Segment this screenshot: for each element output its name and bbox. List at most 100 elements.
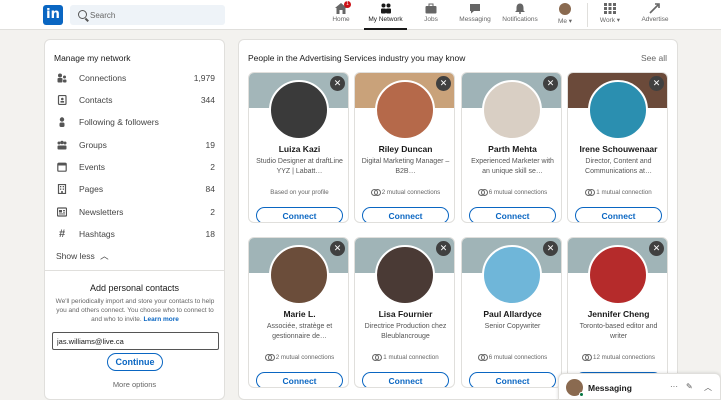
person-card[interactable]: ✕ Irene Schouwenaar Director, Content and … [567,72,668,223]
close-icon[interactable]: ✕ [330,76,345,91]
groups-icon [57,140,67,150]
mutual-connections: 12 mutual connections [568,354,667,361]
nav-home[interactable]: 1 Home [330,1,352,30]
connect-button[interactable]: Connect [256,207,343,222]
sidebar-item-pages[interactable]: Pages 84 [54,183,217,197]
sidebar-item-newsletters[interactable]: Newsletters 2 [54,206,217,220]
connect-button[interactable]: Connect [469,372,556,387]
person-card[interactable]: ✕ Lisa Fournier Directrice Production chez… [354,237,455,388]
nav-jobs[interactable]: Jobs [420,3,442,30]
nav-notifications[interactable]: Notifications [499,3,541,30]
nav-messaging-label: Messaging [459,16,491,23]
sidebar-item-following-followers[interactable]: Following & followers [54,116,217,130]
mutual-connections-icon [585,189,596,196]
nav-advertise[interactable]: Advertise [636,3,674,30]
sidebar-item-contacts[interactable]: Contacts 344 [54,94,217,108]
person-headline: Director, Content and Communications at… [585,158,652,175]
nav-work-label: Work [599,17,615,24]
avatar[interactable] [588,245,648,305]
search-icon [78,10,87,19]
avatar[interactable] [375,80,435,140]
show-less-toggle[interactable]: Show less ︿ [56,250,109,262]
avatar[interactable] [482,245,542,305]
linkedin-logo[interactable]: in [43,5,63,25]
avatar[interactable] [482,80,542,140]
people-icon [57,73,67,83]
nav-me[interactable]: Me ▾ [553,3,577,30]
mutual-connections: 6 mutual connections [462,189,561,196]
sidebar-item-groups[interactable]: Groups 19 [54,139,217,153]
person-card[interactable]: ✕ Parth Mehta Experienced Marketer with an… [461,72,562,223]
close-icon[interactable]: ✕ [436,241,451,256]
close-icon[interactable]: ✕ [543,76,558,91]
avatar[interactable] [269,80,329,140]
search-box[interactable] [70,5,225,25]
mutual-connections-text: 1 mutual connection [383,354,439,361]
connect-button[interactable]: Connect [256,372,343,387]
person-card[interactable]: ✕ Marie L. Associée, stratège et gestionna… [248,237,349,388]
see-all-link[interactable]: See all [641,53,667,63]
connect-button[interactable]: Connect [362,372,449,387]
person-headline: Digital Marketing Manager – B2B… [361,158,450,175]
nav-messaging[interactable]: Messaging [455,3,495,30]
briefcase-icon [425,3,437,14]
close-icon[interactable]: ✕ [543,241,558,256]
person-name[interactable]: Marie L. [249,309,348,319]
close-icon[interactable]: ✕ [649,76,664,91]
online-status-dot [579,392,584,397]
connect-button[interactable]: Connect [362,207,449,222]
learn-more-link[interactable]: Learn more [144,316,179,323]
close-icon[interactable]: ✕ [436,76,451,91]
nav-my-network[interactable]: My Network [364,3,407,30]
person-card[interactable]: ✕ Paul Allardyce Senior Copywriter 6 mutual… [461,237,562,388]
person-name[interactable]: Jennifer Cheng [568,309,667,319]
network-icon [380,3,392,14]
nav-notifications-label: Notifications [502,16,538,23]
divider [45,270,224,271]
mutual-connections-text: 6 mutual connections [488,354,548,361]
sidebar-item-count: 1,979 [193,73,215,83]
more-icon[interactable]: ··· [670,382,678,391]
avatar[interactable] [588,80,648,140]
chevron-down-icon: ▾ [568,18,573,25]
compose-icon[interactable]: ✎ [686,382,693,391]
avatar[interactable] [269,245,329,305]
person-card[interactable]: ✕ Riley Duncan Digital Marketing Manager –… [354,72,455,223]
person-name[interactable]: Riley Duncan [355,144,454,154]
nav-my-network-label: My Network [368,16,403,23]
mutual-connections: 1 mutual connection [568,189,667,196]
sidebar-item-connections[interactable]: Connections 1,979 [54,72,217,86]
person-name[interactable]: Paul Allardyce [462,309,561,319]
sidebar-item-events[interactable]: Events 2 [54,161,217,175]
mutual-connections: 2 mutual connections [249,354,348,361]
more-options-link[interactable]: More options [45,380,224,389]
person-name[interactable]: Parth Mehta [462,144,561,154]
person-headline: Directrice Production chez Bleublancroug… [364,323,447,340]
mutual-connections-icon [477,189,488,196]
chevron-up-icon[interactable]: ︿ [704,382,712,393]
avatar[interactable] [375,245,435,305]
sidebar-item-hashtags[interactable]: # Hashtags 18 [54,228,217,242]
me-avatar [559,3,571,15]
person-name[interactable]: Irene Schouwenaar [568,144,667,154]
sidebar-item-count: 2 [210,207,215,217]
connect-button[interactable]: Connect [469,207,556,222]
person-name[interactable]: Luiza Kazi [249,144,348,154]
connect-button[interactable]: Connect [575,207,662,222]
sidebar-item-count: 344 [200,95,215,105]
close-icon[interactable]: ✕ [330,241,345,256]
hashtag-icon: # [58,228,66,240]
mutual-connections-icon [372,354,383,361]
nav-work[interactable]: Work ▾ [596,3,624,30]
sidebar-item-label: Connections [79,73,127,83]
close-icon[interactable]: ✕ [649,241,664,256]
email-field[interactable] [52,332,219,350]
person-card[interactable]: ✕ Jennifer Cheng Toronto-based editor and … [567,237,668,388]
person-headline: Associée, stratège et gestionnaire de… [266,323,333,340]
messaging-bar[interactable]: Messaging ··· ✎ ︿ [558,373,721,400]
show-less-label: Show less [56,251,95,261]
continue-button[interactable]: Continue [107,353,163,371]
person-card[interactable]: ✕ Luiza Kazi Studio Designer at draftLine … [248,72,349,223]
search-input[interactable] [90,5,220,25]
person-name[interactable]: Lisa Fournier [355,309,454,319]
